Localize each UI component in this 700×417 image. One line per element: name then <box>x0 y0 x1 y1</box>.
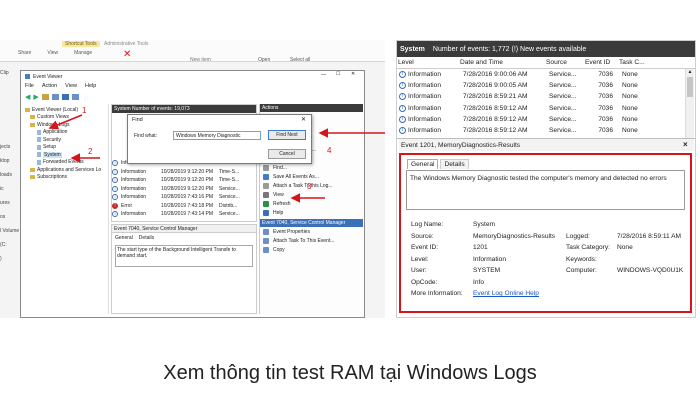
scroll-thumb[interactable] <box>687 77 693 97</box>
info-icon: i <box>399 104 406 112</box>
cell-level: Information <box>408 104 441 112</box>
prop-computer: WINDOWS-VQD0U1K <box>617 267 684 275</box>
cell-date: 7/28/2016 8:59:12 AM <box>463 115 528 123</box>
system-header-title: System <box>400 45 425 53</box>
cell-task: None <box>622 115 638 123</box>
info-icon: i <box>399 115 406 123</box>
prop-source-label: Source: <box>411 232 434 240</box>
arrow-1 <box>48 114 83 130</box>
system-header-count: Number of events: 1,772 (!) New events a… <box>432 45 587 53</box>
prop-opcode: Info <box>473 278 484 286</box>
cell-task: None <box>622 82 638 90</box>
prop-level: Information <box>473 255 506 263</box>
cell-source: Service... <box>549 127 577 135</box>
event-row[interactable]: i Information 7/28/2016 8:59:12 AM Service.… <box>397 103 695 114</box>
tab-details[interactable]: Details <box>440 159 469 169</box>
prop-computer-label: Computer: <box>566 267 597 275</box>
grid-rows: i Information 7/28/2016 9:00:06 AM Service.… <box>397 69 695 136</box>
system-header: System Number of events: 1,772 (!) New e… <box>397 41 695 57</box>
cell-source: Service... <box>549 93 577 101</box>
cell-source: Service... <box>549 71 577 79</box>
cell-id: 7036 <box>598 93 613 101</box>
cell-level: Information <box>408 82 441 90</box>
event-detail-panel: Event 1201, MemoryDiagnostics-Results × … <box>399 139 694 315</box>
cell-level: Information <box>408 71 441 79</box>
caption: Xem thông tin test RAM tại Windows Logs <box>163 362 537 384</box>
prop-logged-label: Logged: <box>566 232 590 240</box>
col-level[interactable]: Level <box>397 59 459 66</box>
cell-task: None <box>622 93 638 101</box>
cell-level: Information <box>408 93 441 101</box>
col-source[interactable]: Source <box>545 59 584 66</box>
cell-task: None <box>622 71 638 79</box>
event-row[interactable]: i Information 7/28/2016 8:59:21 AM Service.… <box>397 91 695 102</box>
info-icon: i <box>399 82 406 90</box>
cell-date: 7/28/2016 8:59:12 AM <box>463 127 528 135</box>
right-screenshot: System Number of events: 1,772 (!) New e… <box>396 40 696 318</box>
marker-3: 3 <box>307 182 312 191</box>
event-row[interactable]: i Information 7/28/2016 8:59:12 AM Service.… <box>397 125 695 136</box>
col-task[interactable]: Task C... <box>618 59 678 66</box>
grid-header: Level Date and Time Source Event ID Task… <box>397 57 695 69</box>
cell-date: 7/28/2016 9:00:06 AM <box>463 71 528 79</box>
marker-1: 1 <box>82 106 87 115</box>
events-grid: Level Date and Time Source Event ID Task… <box>397 57 695 139</box>
prop-source: MemoryDiagnostics-Results <box>473 232 556 240</box>
prop-event-id: 1201 <box>473 244 488 252</box>
event-row[interactable]: i Information 7/28/2016 9:00:06 AM Service.… <box>397 69 695 80</box>
cell-id: 7036 <box>598 127 613 135</box>
prop-event-id-label: Event ID: <box>411 244 439 252</box>
prop-more-info-label: More Information: <box>411 290 463 298</box>
col-event-id[interactable]: Event ID <box>584 59 618 66</box>
event-detail-title: Event 1201, MemoryDiagnostics-Results × <box>399 139 694 151</box>
cell-id: 7036 <box>598 115 613 123</box>
cell-id: 7036 <box>598 104 613 112</box>
cell-task: None <box>622 104 638 112</box>
cell-date: 7/28/2016 9:00:05 AM <box>463 82 528 90</box>
prop-keywords-label: Keywords: <box>566 255 597 263</box>
cell-task: None <box>622 127 638 135</box>
prop-user-label: User: <box>411 267 427 275</box>
prop-log-name: System <box>473 221 495 229</box>
highlight-box: General Details The Windows Memory Diagn… <box>399 153 692 313</box>
tab-general[interactable]: General <box>407 159 439 169</box>
annotation-arrows <box>48 114 385 203</box>
prop-logged: 7/28/2016 8:59:11 AM <box>617 232 682 240</box>
scroll-up-icon[interactable]: ▲ <box>686 69 694 75</box>
event-message-box: The Windows Memory Diagnostic tested the… <box>406 170 685 210</box>
marker-2: 2 <box>88 147 93 156</box>
event-properties: Log Name: System Source: MemoryDiagnostics… <box>411 219 690 300</box>
cell-level: Information <box>408 127 441 135</box>
event-row[interactable]: i Information 7/28/2016 9:00:05 AM Service.… <box>397 80 695 91</box>
cell-id: 7036 <box>598 71 613 79</box>
prop-task-label: Task Category: <box>566 244 610 252</box>
cell-source: Service... <box>549 115 577 123</box>
info-icon: i <box>399 93 406 101</box>
prop-task: None <box>617 244 633 252</box>
prop-log-name-label: Log Name: <box>411 221 444 229</box>
prop-opcode-label: OpCode: <box>411 278 438 286</box>
cell-source: Service... <box>549 82 577 90</box>
cell-id: 7036 <box>598 82 613 90</box>
prop-level-label: Level: <box>411 255 429 263</box>
prop-user: SYSTEM <box>473 267 501 275</box>
col-date[interactable]: Date and Time <box>459 59 545 66</box>
cell-source: Service... <box>549 104 577 112</box>
event-log-online-help-link[interactable]: Event Log Online Help <box>473 290 539 297</box>
left-screenshot: Shortcut Tools Administrative Tools Shar… <box>0 40 385 318</box>
info-icon: i <box>399 127 406 135</box>
cell-date: 7/28/2016 8:59:12 AM <box>463 104 528 112</box>
cell-level: Information <box>408 115 441 123</box>
grid-scrollbar[interactable]: ▲ <box>685 69 694 138</box>
detail-close-icon[interactable]: × <box>683 140 688 149</box>
marker-4: 4 <box>327 146 332 155</box>
info-icon: i <box>399 71 406 79</box>
cell-date: 7/28/2016 8:59:21 AM <box>463 93 528 101</box>
event-row[interactable]: i Information 7/28/2016 8:59:12 AM Service.… <box>397 114 695 125</box>
